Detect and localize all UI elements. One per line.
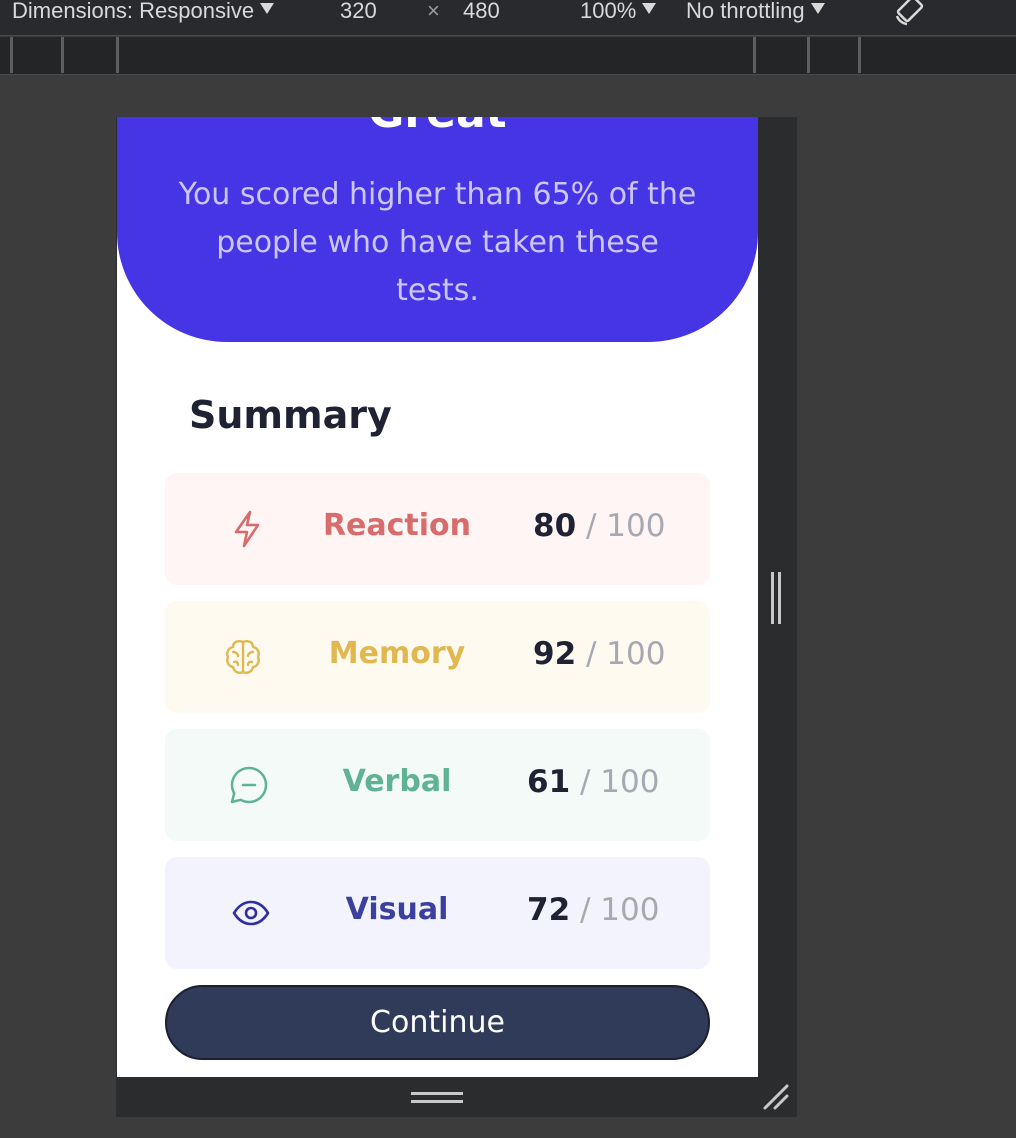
summary-label: Visual — [345, 892, 449, 927]
bottom-resize-handle[interactable] — [411, 1092, 463, 1106]
summary-row-visual: Visual 72 / 100 — [165, 857, 710, 969]
ruler-tick — [807, 37, 810, 73]
summary-row-memory: Memory 92 / 100 — [165, 601, 710, 713]
ruler-tick — [116, 37, 119, 73]
score-max: / 100 — [586, 508, 666, 544]
dimensions-label: Dimensions: Responsive — [12, 0, 255, 23]
dimensions-dropdown[interactable]: Dimensions: Responsive — [12, 0, 275, 24]
right-resize-handle[interactable] — [771, 572, 783, 624]
ruler-tick — [61, 37, 64, 73]
summary-label: Memory — [328, 636, 466, 671]
score-value: 92 — [533, 636, 577, 672]
chat-bubble-icon — [230, 766, 268, 804]
ruler-tick — [10, 37, 13, 73]
score-value: 72 — [527, 892, 571, 928]
result-hero: Great You scored higher than 65% of the … — [117, 117, 758, 342]
height-input[interactable]: 480 — [463, 0, 500, 24]
width-input[interactable]: 320 — [340, 0, 377, 24]
ruler-tick — [858, 37, 861, 73]
score-value: 61 — [527, 764, 571, 800]
score-max: / 100 — [586, 636, 666, 672]
continue-button[interactable]: Continue — [165, 985, 710, 1060]
corner-resize-icon[interactable] — [762, 1083, 790, 1111]
summary-row-reaction: Reaction 80 / 100 — [165, 473, 710, 585]
times-separator: × — [427, 0, 440, 23]
score-value: 80 — [533, 508, 577, 544]
zoom-dropdown[interactable]: 100% — [580, 0, 657, 24]
summary-score: 72 / 100 — [527, 892, 659, 928]
summary-label: Reaction — [322, 508, 472, 543]
media-query-ruler — [0, 37, 1016, 75]
throttling-label: No throttling — [686, 0, 805, 23]
chevron-down-icon — [642, 3, 657, 14]
zoom-label: 100% — [580, 0, 637, 23]
summary-score: 61 / 100 — [527, 764, 659, 800]
summary-row-verbal: Verbal 61 / 100 — [165, 729, 710, 841]
throttling-dropdown[interactable]: No throttling — [686, 0, 825, 24]
summary-score: 92 / 100 — [533, 636, 665, 672]
eye-icon — [232, 900, 270, 926]
rotate-icon[interactable] — [893, 0, 929, 28]
ruler-tick — [753, 37, 756, 73]
summary-title: Summary — [189, 393, 392, 437]
score-max: / 100 — [580, 764, 660, 800]
devtools-toolbar: Dimensions: Responsive 320 × 480 100% No… — [0, 0, 1016, 36]
result-message: You scored higher than 65% of the people… — [178, 177, 697, 308]
result-title: Great — [117, 117, 758, 138]
device-viewport: Great You scored higher than 65% of the … — [117, 117, 758, 1077]
summary-label: Verbal — [342, 764, 452, 799]
brain-icon — [226, 640, 260, 674]
score-max: / 100 — [580, 892, 660, 928]
lightning-icon — [234, 510, 260, 548]
chevron-down-icon — [260, 3, 275, 14]
summary-score: 80 / 100 — [533, 508, 665, 544]
chevron-down-icon — [810, 3, 825, 14]
